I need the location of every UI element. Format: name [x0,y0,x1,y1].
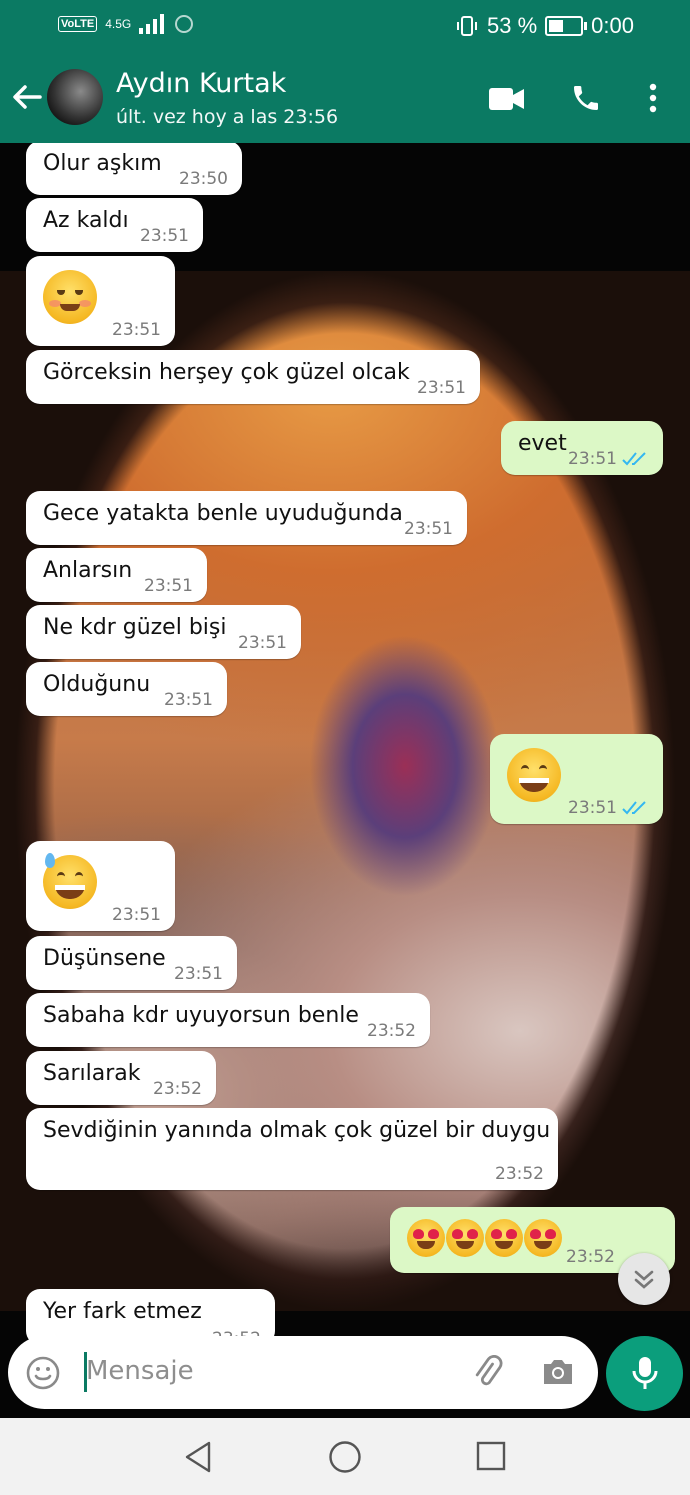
contact-name[interactable]: Aydın Kurtak [116,68,286,99]
message-incoming[interactable]: Anlarsın 23:51 [26,548,207,602]
avatar[interactable] [47,69,103,125]
message-time: 23:51 [568,798,617,818]
battery-icon [545,16,588,36]
signal-label: 4.5G [105,17,132,31]
nav-home-icon[interactable] [328,1440,362,1474]
voice-message-button[interactable] [606,1336,683,1411]
message-time: 23:51 [144,576,193,596]
grinning-sweat-face-icon [43,853,97,909]
heart-eyes-face-icon [485,1219,523,1257]
message-incoming[interactable]: 23:51 [26,841,175,931]
system-navigation-bar [0,1418,690,1495]
message-time: 23:51 [568,449,617,469]
message-outgoing[interactable]: evet 23:51 [501,421,663,475]
message-time: 23:52 [566,1247,615,1267]
message-time: 23:51 [174,964,223,984]
nav-back-icon[interactable] [183,1440,213,1474]
message-incoming[interactable]: Olduğunu 23:51 [26,662,227,716]
nav-recents-icon[interactable] [475,1440,507,1472]
last-seen: últ. vez hoy a las 23:56 [116,106,339,128]
heart-eyes-face-icon [446,1219,484,1257]
read-ticks-icon [622,452,646,466]
message-outgoing[interactable]: 23:51 [490,734,663,824]
chat-area[interactable]: Olur aşkım 23:50 Az kaldı 23:51 23:51 Gö… [0,143,690,1418]
clock: 0:00 [591,13,634,38]
status-bar: VoLTE 4.5G 53 % 0:00 [0,0,690,52]
message-text: Görceksin herşey çok güzel olcak [43,360,410,385]
double-chevron-down-icon [634,1270,654,1289]
vibrate-icon [457,16,478,36]
battery-percent: 53 % [487,13,538,38]
voice-call-icon[interactable] [570,82,602,114]
heart-eyes-emoji-group [407,1219,563,1257]
message-text: Yer fark etmez [43,1299,202,1324]
video-call-icon[interactable] [489,86,525,112]
message-time: 23:51 [112,905,161,925]
message-time: 23:51 [417,378,466,398]
message-time: 23:52 [153,1079,202,1099]
signal-bars-icon [139,14,165,34]
message-input[interactable]: Mensaje [86,1356,194,1386]
more-options-icon[interactable] [645,82,661,114]
message-time: 23:52 [367,1021,416,1041]
message-text: Sabaha kdr uyuyorsun benle [43,1003,359,1028]
message-composer[interactable]: Mensaje [8,1336,598,1409]
read-ticks-icon [622,801,646,815]
message-incoming[interactable]: Sabaha kdr uyuyorsun benle 23:52 [26,993,430,1047]
message-time: 23:51 [238,633,287,653]
loading-icon [175,15,194,33]
message-incoming[interactable]: 23:51 [26,256,175,346]
message-incoming[interactable]: Olur aşkım 23:50 [26,143,242,195]
message-incoming[interactable]: Gece yatakta benle uyuduğunda 23:51 [26,491,467,545]
message-time: 23:51 [112,320,161,340]
attach-icon[interactable] [470,1355,506,1391]
back-arrow-icon[interactable] [10,80,44,114]
heart-eyes-face-icon [524,1219,562,1257]
camera-icon[interactable] [540,1356,576,1388]
message-text: Gece yatakta benle uyuduğunda [43,501,403,526]
smiling-face-icon [43,270,97,324]
message-incoming[interactable]: Ne kdr güzel bişi 23:51 [26,605,301,659]
message-time: 23:51 [164,690,213,710]
message-incoming[interactable]: Görceksin herşey çok güzel olcak 23:51 [26,350,480,404]
message-time: 23:51 [404,519,453,539]
message-text: Sevdiğinin yanında olmak çok güzel bir d… [43,1118,551,1143]
message-incoming[interactable]: Düşünsene 23:51 [26,936,237,990]
message-time: 23:51 [140,226,189,246]
scroll-to-bottom-button[interactable] [618,1253,670,1305]
message-time: 23:50 [179,169,228,189]
message-incoming[interactable]: Sarılarak 23:52 [26,1051,216,1105]
message-incoming[interactable]: Az kaldı 23:51 [26,198,203,252]
heart-eyes-face-icon [407,1219,445,1257]
microphone-icon [632,1357,658,1389]
grinning-face-icon [507,748,561,802]
emoji-icon[interactable] [25,1355,61,1391]
message-incoming[interactable]: Sevdiğinin yanında olmak çok güzel bir d… [26,1108,558,1190]
volte-indicator: VoLTE [58,16,98,32]
message-time: 23:52 [495,1164,544,1184]
app-bar: VoLTE 4.5G 53 % 0:00 Aydın Kurtak últ. v… [0,0,690,143]
